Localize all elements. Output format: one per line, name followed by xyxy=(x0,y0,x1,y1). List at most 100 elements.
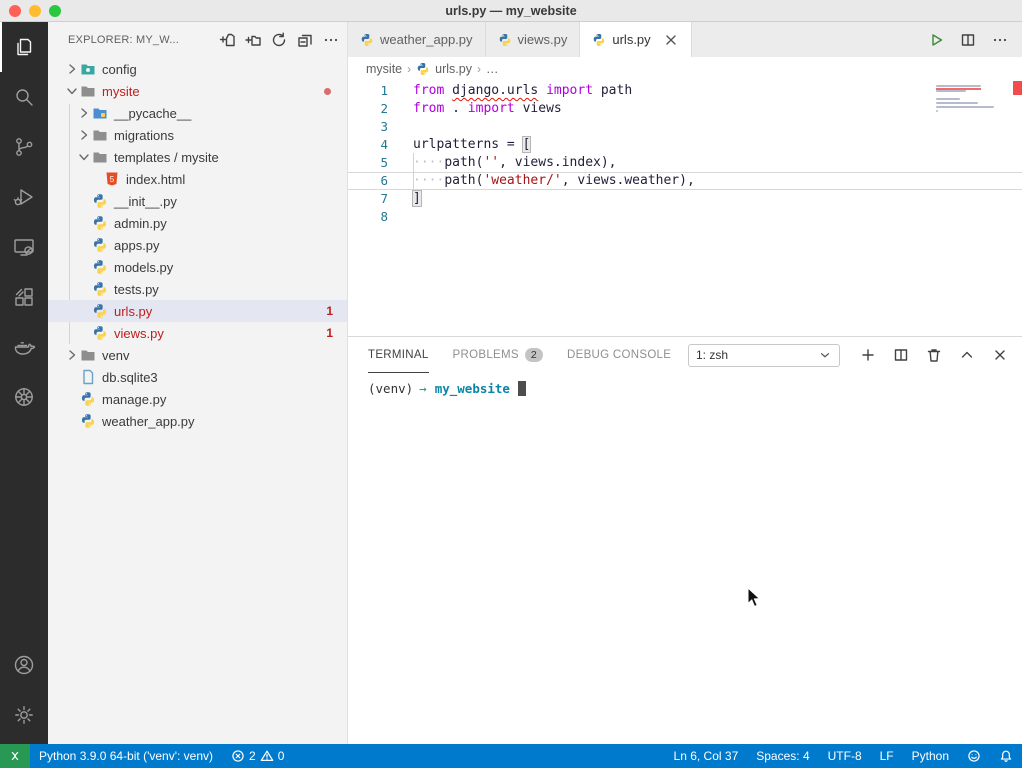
chevron-right-icon[interactable] xyxy=(76,105,92,121)
chevron-right-icon[interactable] xyxy=(64,347,80,363)
file-label: urls.py xyxy=(114,304,152,319)
activity-kubernetes[interactable] xyxy=(0,372,48,422)
chevron-down-icon[interactable] xyxy=(76,149,92,165)
code-line-2[interactable]: 2from . import views xyxy=(348,100,1022,118)
tree-item-migrations[interactable]: migrations xyxy=(48,124,347,146)
minimize-window-button[interactable] xyxy=(29,5,41,17)
breadcrumb-folder[interactable]: mysite xyxy=(366,62,402,76)
python-icon xyxy=(92,215,108,231)
terminal-body[interactable]: (venv) → my_website xyxy=(348,373,1022,396)
activity-docker[interactable] xyxy=(0,322,48,372)
activity-settings[interactable] xyxy=(0,690,48,740)
tree-item-models-py[interactable]: models.py xyxy=(48,256,347,278)
activity-extensions[interactable] xyxy=(0,272,48,322)
tree-item-weather-app-py[interactable]: weather_app.py xyxy=(48,410,347,432)
encoding[interactable]: UTF-8 xyxy=(819,744,871,768)
problems-status[interactable]: 2 0 xyxy=(222,744,293,768)
file-label: venv xyxy=(102,348,129,363)
tree-item-views-py[interactable]: views.py1 xyxy=(48,322,347,344)
new-folder-icon[interactable] xyxy=(245,32,261,48)
python-icon xyxy=(360,33,374,47)
breadcrumb-file[interactable]: urls.py xyxy=(435,62,472,76)
zoom-window-button[interactable] xyxy=(49,5,61,17)
code-line-4[interactable]: 4urlpatterns = [ xyxy=(348,136,1022,154)
indentation[interactable]: Spaces: 4 xyxy=(747,744,818,768)
panel-tab-debug-console[interactable]: DEBUG CONSOLE xyxy=(567,338,671,373)
tree-item-apps-py[interactable]: apps.py xyxy=(48,234,347,256)
code-line-8[interactable]: 8 xyxy=(348,208,1022,226)
activity-accounts[interactable] xyxy=(0,640,48,690)
terminal-select[interactable]: 1: zsh xyxy=(688,344,840,367)
chevron-spacer xyxy=(76,259,92,275)
tab-weather_app-py[interactable]: weather_app.py xyxy=(348,22,486,57)
python-interpreter[interactable]: Python 3.9.0 64-bit ('venv': venv) xyxy=(30,744,222,768)
close-window-button[interactable] xyxy=(9,5,21,17)
remote-indicator[interactable] xyxy=(0,744,30,768)
tree-item-mysite[interactable]: mysite xyxy=(48,80,347,102)
warning-icon xyxy=(260,749,274,763)
more-action-icon[interactable] xyxy=(992,32,1008,48)
tree-item--pycache-[interactable]: __pycache__ xyxy=(48,102,347,124)
activity-source-control[interactable] xyxy=(0,122,48,172)
cursor-position[interactable]: Ln 6, Col 37 xyxy=(665,744,748,768)
tree-item-venv[interactable]: venv xyxy=(48,344,347,366)
chevron-right-icon[interactable] xyxy=(76,127,92,143)
tree-item-manage-py[interactable]: manage.py xyxy=(48,388,347,410)
close-icon[interactable] xyxy=(663,32,679,48)
code-line-3[interactable]: 3 xyxy=(348,118,1022,136)
run-action-icon[interactable] xyxy=(928,32,944,48)
terminal-cwd: my_website xyxy=(435,381,510,396)
feedback-icon[interactable] xyxy=(958,744,990,768)
tree-item-admin-py[interactable]: admin.py xyxy=(48,212,347,234)
eol[interactable]: LF xyxy=(871,744,903,768)
panel-tab-problems[interactable]: PROBLEMS2 xyxy=(453,338,543,373)
new-file-icon[interactable] xyxy=(219,32,235,48)
activity-remote-explorer[interactable] xyxy=(0,222,48,272)
code-line-1[interactable]: 1from django.urls import path xyxy=(348,82,1022,100)
activity-explorer[interactable] xyxy=(0,22,48,72)
panel-tab-terminal[interactable]: TERMINAL xyxy=(368,338,429,373)
tree-item-index-html[interactable]: 5index.html xyxy=(48,168,347,190)
maximize-panel-icon[interactable] xyxy=(959,347,975,363)
extensions-icon xyxy=(12,285,36,309)
tree-item-config[interactable]: config xyxy=(48,58,347,80)
trash-icon[interactable] xyxy=(926,347,942,363)
python-icon xyxy=(592,33,606,47)
python-interpreter-label: Python 3.9.0 64-bit ('venv': venv) xyxy=(39,749,213,763)
tab-views-py[interactable]: views.py xyxy=(486,22,581,57)
tree-item-templates-mysite[interactable]: templates / mysite xyxy=(48,146,347,168)
file-label: weather_app.py xyxy=(102,414,195,429)
chevron-down-icon[interactable] xyxy=(64,83,80,99)
language-mode[interactable]: Python xyxy=(903,744,958,768)
html-icon: 5 xyxy=(104,171,120,187)
breadcrumb[interactable]: mysite › urls.py › … xyxy=(348,57,1022,81)
tree-item-tests-py[interactable]: tests.py xyxy=(48,278,347,300)
minimap[interactable] xyxy=(936,85,1008,118)
panel-header: TERMINAL PROBLEMS2 DEBUG CONSOLE 1: zsh xyxy=(348,337,1022,373)
close-icon[interactable] xyxy=(992,347,1008,363)
activity-run-debug[interactable] xyxy=(0,172,48,222)
split-action-icon[interactable] xyxy=(960,32,976,48)
code-line-6[interactable]: 6····path('weather/', views.weather), xyxy=(348,172,1022,190)
tree-item-db-sqlite3[interactable]: db.sqlite3 xyxy=(48,366,347,388)
code-line-7[interactable]: 7] xyxy=(348,190,1022,208)
collapse-all-icon[interactable] xyxy=(297,32,313,48)
tree-item--init-py[interactable]: __init__.py xyxy=(48,190,347,212)
split-icon[interactable] xyxy=(893,347,909,363)
chevron-right-icon[interactable] xyxy=(64,61,80,77)
refresh-icon[interactable] xyxy=(271,32,287,48)
bell-icon[interactable] xyxy=(990,744,1022,768)
file-label: manage.py xyxy=(102,392,166,407)
activity-search[interactable] xyxy=(0,72,48,122)
more-icon[interactable] xyxy=(323,32,339,48)
tab-urls-py[interactable]: urls.py xyxy=(580,22,691,57)
python-icon xyxy=(80,413,96,429)
titlebar: urls.py — my_website xyxy=(0,0,1022,22)
chevron-spacer xyxy=(76,237,92,253)
code-editor[interactable]: 1from django.urls import path2from . imp… xyxy=(348,81,1022,336)
tree-item-urls-py[interactable]: urls.py1 xyxy=(48,300,347,322)
breadcrumb-symbol[interactable]: … xyxy=(486,62,499,76)
code-line-5[interactable]: 5····path('', views.index), xyxy=(348,154,1022,172)
plus-icon[interactable] xyxy=(860,347,876,363)
python-icon xyxy=(92,259,108,275)
